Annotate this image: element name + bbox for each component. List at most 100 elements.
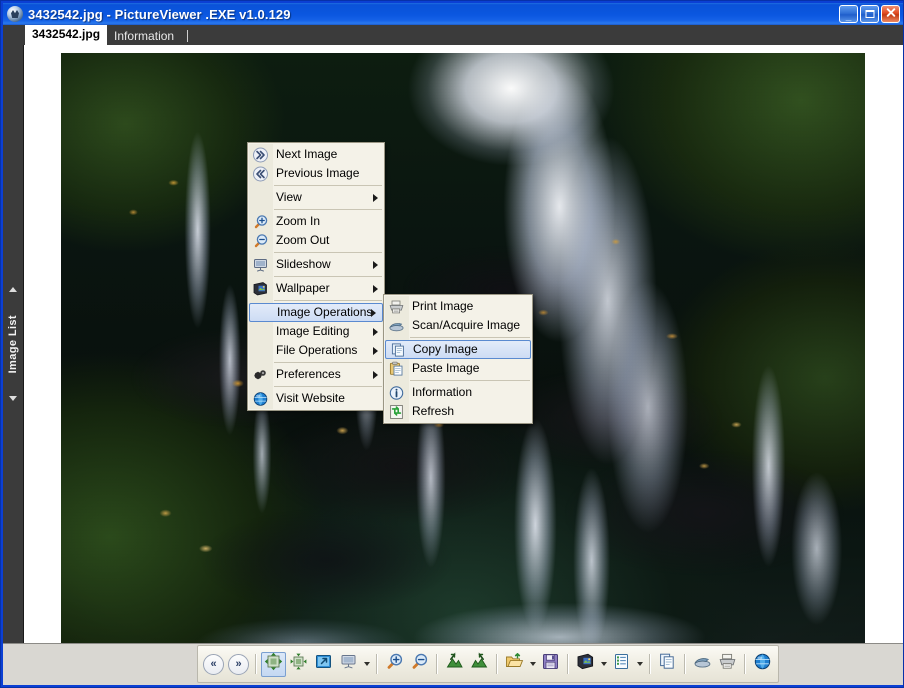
open-folder-icon: [505, 652, 524, 676]
submenu-item-label: Print Image: [412, 299, 474, 313]
menu-item-previous-image[interactable]: Previous Image: [248, 164, 384, 183]
picture-viewer-icon: [7, 6, 23, 22]
menu-item-label: View: [276, 190, 302, 204]
slideshow-icon: [252, 256, 269, 273]
submenu-item-refresh[interactable]: Refresh: [384, 402, 532, 421]
image-list-label: Image List: [7, 314, 19, 374]
previous-image-button[interactable]: «: [203, 653, 224, 675]
menu-item-next-image[interactable]: Next Image: [248, 145, 384, 164]
toolbar-separator: [567, 654, 569, 674]
submenu-item-label: Scan/Acquire Image: [412, 318, 521, 332]
rotate-left-icon: [445, 652, 464, 676]
menu-item-image-editing[interactable]: Image Editing: [248, 322, 384, 341]
toolbar-separator: [744, 654, 746, 674]
refresh-icon: [388, 403, 405, 420]
previous-image-icon: [252, 165, 269, 182]
preferences-icon: [252, 366, 269, 383]
toolbar-separator: [684, 654, 686, 674]
image-list-dropdown[interactable]: [634, 653, 645, 676]
rotate-left-button[interactable]: [442, 652, 467, 677]
open-file-dropdown[interactable]: [527, 653, 538, 676]
menu-separator: [274, 209, 382, 210]
submenu-arrow-icon: [373, 370, 378, 379]
fit-to-window-icon: [264, 652, 283, 676]
menu-item-file-operations[interactable]: File Operations: [248, 341, 384, 360]
rotate-right-icon: [470, 652, 489, 676]
minimize-button[interactable]: _: [839, 5, 858, 23]
title-bar[interactable]: 3432542.jpg - PictureViewer .EXE v1.0.12…: [3, 3, 903, 25]
wallpaper-icon: [252, 280, 269, 297]
submenu-item-scan-acquire-image[interactable]: Scan/Acquire Image: [384, 316, 532, 335]
menu-item-slideshow[interactable]: Slideshow: [248, 255, 384, 274]
floppy-disk-icon: [541, 652, 560, 676]
submenu-arrow-icon: [373, 193, 378, 202]
printer-icon: [718, 652, 737, 676]
menu-item-label: Previous Image: [276, 166, 360, 180]
fit-to-window-button[interactable]: [261, 651, 286, 677]
submenu-arrow-icon: [373, 346, 378, 355]
menu-item-image-operations[interactable]: Image Operations: [249, 303, 383, 322]
menu-item-view[interactable]: View: [248, 188, 384, 207]
double-chevron-left-icon: «: [210, 657, 217, 670]
slideshow-dropdown[interactable]: [361, 653, 372, 676]
submenu-item-paste-image[interactable]: Paste Image: [384, 359, 532, 378]
scan-button[interactable]: [690, 652, 715, 677]
slideshow-icon: [339, 652, 358, 676]
chevron-down-icon: [636, 662, 643, 666]
menu-item-label: Zoom In: [276, 214, 321, 228]
copy-icon: [658, 652, 677, 676]
globe-icon: [753, 652, 772, 676]
chevron-down-icon: [363, 662, 370, 666]
menu-item-wallpaper[interactable]: Wallpaper: [248, 279, 384, 298]
zoom-out-button[interactable]: [407, 652, 432, 677]
visit-website-button[interactable]: [750, 652, 775, 677]
menu-item-zoom-in[interactable]: Zoom In: [248, 212, 384, 231]
next-image-button[interactable]: »: [228, 653, 249, 675]
menu-item-label: File Operations: [276, 343, 358, 357]
menu-separator: [274, 300, 382, 301]
menu-item-visit-website[interactable]: Visit Website: [248, 389, 384, 408]
submenu-arrow-icon: [373, 260, 378, 269]
globe-icon: [252, 390, 269, 407]
context-menu[interactable]: Next Image Previous Image View Zoom In Z…: [247, 142, 385, 411]
image-operations-submenu[interactable]: Print Image Scan/Acquire Image Copy Imag…: [383, 294, 533, 424]
chevron-down-icon: [600, 662, 607, 666]
submenu-item-label: Information: [412, 385, 473, 399]
printer-icon: [388, 298, 405, 315]
up-arrow-icon: [9, 287, 17, 292]
close-button[interactable]: [881, 5, 900, 23]
tab-image[interactable]: 3432542.jpg: [25, 25, 108, 45]
tab-information[interactable]: Information: [107, 27, 181, 45]
menu-item-zoom-out[interactable]: Zoom Out: [248, 231, 384, 250]
maximize-button[interactable]: [860, 5, 879, 23]
open-file-button[interactable]: [502, 652, 527, 677]
actual-size-button[interactable]: [286, 652, 311, 677]
zoom-in-button[interactable]: [382, 652, 407, 677]
image-list-panel-toggle[interactable]: Image List: [3, 45, 24, 643]
wallpaper-button[interactable]: [573, 652, 598, 677]
menu-item-preferences[interactable]: Preferences: [248, 365, 384, 384]
menu-item-label: Preferences: [276, 367, 341, 381]
tab-strip: 3432542.jpg Information: [3, 25, 903, 46]
submenu-item-copy-image[interactable]: Copy Image: [385, 340, 531, 359]
image-list-button[interactable]: [609, 652, 634, 677]
wallpaper-dropdown[interactable]: [598, 653, 609, 676]
menu-item-label: Image Operations: [277, 305, 373, 319]
minimize-icon: _: [845, 11, 852, 22]
slideshow-button[interactable]: [336, 652, 361, 677]
save-button[interactable]: [538, 652, 563, 677]
rotate-right-button[interactable]: [467, 652, 492, 677]
menu-item-label: Wallpaper: [276, 281, 330, 295]
menu-item-label: Zoom Out: [276, 233, 330, 247]
info-icon: [388, 384, 405, 401]
toolbar-separator: [376, 654, 378, 674]
submenu-item-information[interactable]: Information: [384, 383, 532, 402]
paste-icon: [388, 360, 405, 377]
copy-button[interactable]: [655, 652, 680, 677]
print-button[interactable]: [715, 652, 740, 677]
double-chevron-right-icon: »: [235, 657, 242, 670]
full-screen-button[interactable]: [311, 652, 336, 677]
next-image-icon: [252, 146, 269, 163]
submenu-item-print-image[interactable]: Print Image: [384, 297, 532, 316]
submenu-separator: [410, 337, 530, 338]
